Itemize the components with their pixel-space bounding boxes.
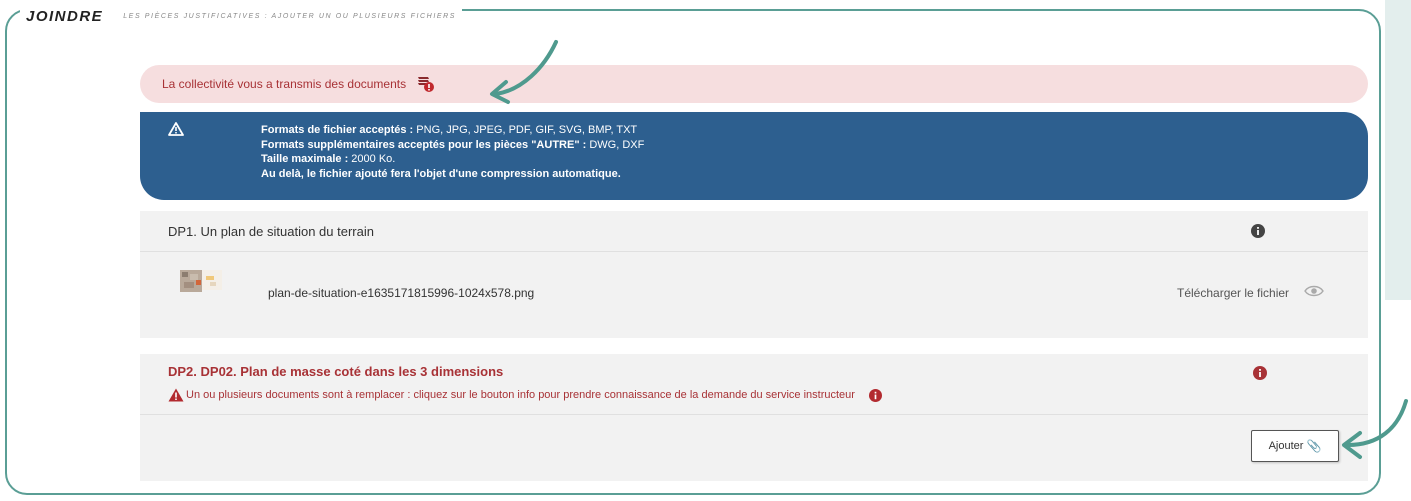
- warning-triangle-icon: [168, 388, 184, 402]
- page-background-accent: [1385, 0, 1411, 300]
- info-icon[interactable]: [868, 388, 882, 402]
- piece-header: DP2. DP02. Plan de masse coté dans les 3…: [140, 354, 1368, 415]
- add-button-label: Ajouter: [1268, 440, 1304, 452]
- formats-value: PNG, JPG, JPEG, PDF, GIF, SVG, BMP, TXT: [413, 124, 638, 136]
- file-thumbnail[interactable]: [180, 270, 224, 294]
- pointer-arrow-alert: [490, 40, 558, 104]
- section-title: JOINDRE: [26, 7, 104, 25]
- replacement-warning: Un ou plusieurs documents sont à remplac…: [168, 388, 882, 402]
- piece-title: DP1. Un plan de situation du terrain: [168, 223, 374, 239]
- warning-icon: [168, 122, 184, 136]
- warning-text: Un ou plusieurs documents sont à remplac…: [186, 389, 855, 401]
- piece-header: DP1. Un plan de situation du terrain: [140, 211, 1368, 252]
- formats-label: Formats de fichier acceptés :: [261, 124, 414, 136]
- alert-text: La collectivité vous a transmis des docu…: [162, 77, 407, 91]
- compression-text: Au delà, le fichier ajouté fera l'objet …: [261, 167, 621, 180]
- documents-transmitted-alert: La collectivité vous a transmis des docu…: [140, 65, 1368, 103]
- documents-badge-icon[interactable]: [416, 75, 436, 93]
- max-size-value: 2000 Ko.: [348, 153, 396, 165]
- info-icon[interactable]: [1253, 366, 1267, 380]
- extra-formats-label: Formats supplémentaires acceptés pour le…: [261, 138, 587, 151]
- max-size-line: Taille maximale : 2000 Ko.: [261, 152, 644, 167]
- section-subtitle: LES PIÈCES JUSTIFICATIVES : AJOUTER UN O…: [123, 12, 457, 20]
- info-icon[interactable]: [1251, 224, 1265, 238]
- piece-panel-dp2: DP2. DP02. Plan de masse coté dans les 3…: [140, 354, 1368, 481]
- extra-formats-line: Formats supplémentaires acceptés pour le…: [261, 138, 644, 153]
- paperclip-icon: 📎: [1306, 439, 1322, 453]
- section-header: JOINDRE LES PIÈCES JUSTIFICATIVES : AJOU…: [20, 7, 463, 25]
- max-size-label: Taille maximale :: [261, 153, 349, 165]
- file-name: plan-de-situation-e1635171815996-1024x57…: [268, 286, 535, 300]
- extra-formats-value: DWG, DXF: [586, 138, 645, 151]
- pointer-arrow-add-button: [1342, 399, 1408, 459]
- file-formats-info: Formats de fichier acceptés : PNG, JPG, …: [140, 112, 1368, 200]
- eye-icon[interactable]: [1304, 284, 1324, 298]
- formats-line: Formats de fichier acceptés : PNG, JPG, …: [261, 123, 644, 138]
- piece-panel-dp1: DP1. Un plan de situation du terrain pla…: [140, 211, 1368, 338]
- piece-title: DP2. DP02. Plan de masse coté dans les 3…: [168, 364, 504, 379]
- compression-note: Au delà, le fichier ajouté fera l'objet …: [261, 167, 644, 182]
- download-file-link[interactable]: Télécharger le fichier: [1177, 286, 1289, 300]
